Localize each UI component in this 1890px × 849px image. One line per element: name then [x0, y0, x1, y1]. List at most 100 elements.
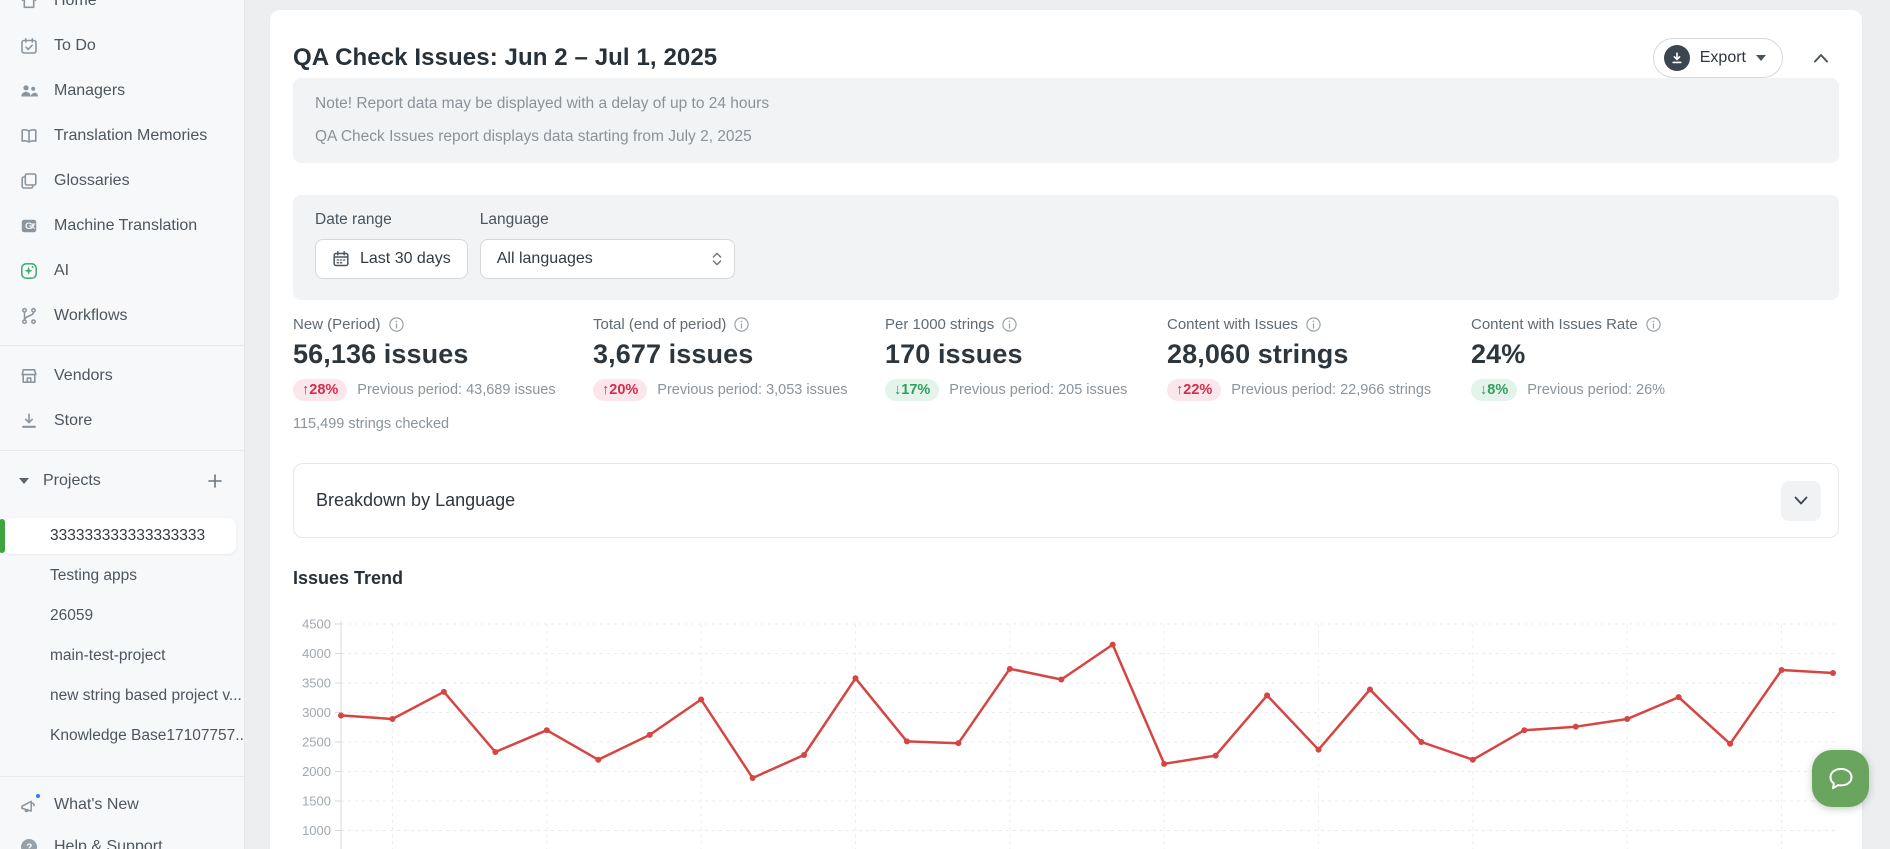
- selected-project-accent-bar: [0, 519, 5, 553]
- sidebar-item-todo[interactable]: To Do: [0, 23, 244, 68]
- svg-text:G: G: [25, 221, 32, 232]
- stat-new-period: New (Period) 56,136 issues ↑28% Previous…: [293, 316, 593, 432]
- svg-text:?: ?: [26, 843, 32, 849]
- stat-value: 56,136 issues: [293, 339, 593, 370]
- stat-value: 24%: [1471, 339, 1665, 370]
- header-actions: Export: [1653, 38, 1839, 78]
- project-item[interactable]: 26059: [0, 596, 244, 636]
- info-icon[interactable]: [389, 317, 404, 332]
- info-icon[interactable]: [734, 317, 749, 332]
- sidebar-item-label: Translation Memories: [54, 127, 207, 145]
- sidebar-item-machine-translation[interactable]: G Machine Translation: [0, 203, 244, 248]
- sidebar-item-store[interactable]: Store: [0, 398, 244, 443]
- sidebar-item-glossaries[interactable]: Glossaries: [0, 158, 244, 203]
- stat-previous-period: Previous period: 22,966 strings: [1231, 382, 1431, 398]
- sidebar-divider: [0, 345, 244, 346]
- projects-collapse-caret-icon[interactable]: [14, 478, 34, 484]
- projects-section-header: Projects: [0, 458, 244, 503]
- stat-label: Per 1000 strings: [885, 316, 994, 333]
- language-filter: Language All languages: [480, 211, 735, 279]
- svg-text:3000: 3000: [302, 705, 331, 720]
- add-project-button[interactable]: [202, 468, 228, 494]
- sidebar-item-help-support[interactable]: ? Help & Support: [0, 826, 244, 849]
- info-icon[interactable]: [1646, 317, 1661, 332]
- stat-previous-period: Previous period: 205 issues: [949, 382, 1127, 398]
- sidebar-item-label: Machine Translation: [54, 217, 197, 235]
- project-item[interactable]: new string based project v...: [0, 676, 244, 716]
- stat-value: 3,677 issues: [593, 339, 885, 370]
- stat-content-with-issues-rate: Content with Issues Rate 24% ↓8% Previou…: [1471, 316, 1665, 432]
- expand-breakdown-button[interactable]: [1781, 481, 1821, 521]
- stat-label: New (Period): [293, 316, 381, 333]
- language-select[interactable]: All languages: [480, 239, 735, 279]
- sidebar: Home To Do Managers Translation Memories: [0, 0, 245, 849]
- sidebar-item-ai[interactable]: AI: [0, 248, 244, 293]
- stat-content-with-issues: Content with Issues 28,060 strings ↑22% …: [1167, 316, 1471, 432]
- machine-translation-icon: G: [19, 216, 39, 236]
- info-icon[interactable]: [1306, 317, 1321, 332]
- managers-icon: [19, 81, 39, 101]
- language-label: Language: [480, 211, 735, 229]
- stat-label: Content with Issues: [1167, 316, 1298, 333]
- sidebar-item-label: Managers: [54, 82, 125, 100]
- todo-icon: [19, 36, 39, 56]
- project-item-label: new string based project v...: [50, 687, 242, 705]
- workflows-icon: [19, 306, 39, 326]
- stat-per-1000-strings: Per 1000 strings 170 issues ↓17% Previou…: [885, 316, 1167, 432]
- export-button[interactable]: Export: [1653, 38, 1783, 78]
- select-sort-icon: [712, 252, 722, 266]
- store-icon: [19, 411, 39, 431]
- chat-widget-button[interactable]: [1812, 750, 1869, 807]
- project-item-label: main-test-project: [50, 647, 165, 665]
- sidebar-item-label: To Do: [54, 37, 96, 55]
- sidebar-item-label: Help & Support: [54, 838, 163, 849]
- sidebar-item-workflows[interactable]: Workflows: [0, 293, 244, 338]
- svg-text:4500: 4500: [302, 617, 331, 632]
- report-note: Note! Report data may be displayed with …: [293, 78, 1839, 163]
- project-item[interactable]: main-test-project: [0, 636, 244, 676]
- sidebar-item-managers[interactable]: Managers: [0, 68, 244, 113]
- project-item[interactable]: Testing apps: [0, 556, 244, 596]
- info-icon[interactable]: [1002, 317, 1017, 332]
- sidebar-item-label: Glossaries: [54, 172, 130, 190]
- note-line-2: QA Check Issues report displays data sta…: [315, 128, 1817, 146]
- stat-value: 170 issues: [885, 339, 1167, 370]
- stat-total-end-of-period: Total (end of period) 3,677 issues ↑20% …: [593, 316, 885, 432]
- svg-text:1500: 1500: [302, 794, 331, 809]
- project-item[interactable]: 333333333333333333: [0, 516, 244, 556]
- project-item-label: Knowledge Base17107757...: [50, 727, 244, 745]
- export-caret-down-icon: [1756, 55, 1766, 61]
- stat-label: Content with Issues Rate: [1471, 316, 1638, 333]
- breakdown-panel-title: Breakdown by Language: [316, 490, 515, 511]
- date-range-button[interactable]: Last 30 days: [315, 239, 468, 279]
- export-button-label: Export: [1700, 49, 1746, 67]
- line-chart-canvas: 45004000350030002500200015001000500: [293, 614, 1839, 849]
- sidebar-divider: [0, 776, 244, 777]
- language-select-value: All languages: [497, 250, 712, 268]
- filters-bar: Date range Last 30 days Language All lan…: [293, 195, 1839, 300]
- svg-text:1000: 1000: [302, 823, 331, 838]
- stat-change-badge: ↑20%: [593, 379, 647, 401]
- sidebar-item-translation-memories[interactable]: Translation Memories: [0, 113, 244, 158]
- project-item-label: 333333333333333333: [50, 527, 205, 545]
- chevron-down-icon: [1794, 496, 1808, 505]
- sidebar-item-home[interactable]: Home: [0, 0, 244, 23]
- projects-section-label: Projects: [43, 472, 202, 490]
- sidebar-item-vendors[interactable]: Vendors: [0, 353, 244, 398]
- report-header: QA Check Issues: Jun 2 – Jul 1, 2025 Exp…: [293, 10, 1839, 78]
- collapse-panel-button[interactable]: [1803, 40, 1839, 76]
- glossaries-icon: [19, 171, 39, 191]
- breakdown-by-language-panel[interactable]: Breakdown by Language: [293, 463, 1839, 538]
- project-item[interactable]: Knowledge Base17107757...: [0, 716, 244, 756]
- issues-trend-title: Issues Trend: [293, 568, 1839, 589]
- stats-row: New (Period) 56,136 issues ↑28% Previous…: [293, 316, 1839, 432]
- sidebar-item-label: Home: [54, 0, 97, 10]
- export-download-icon: [1664, 45, 1690, 71]
- project-item-label: 26059: [50, 607, 93, 625]
- report-card: QA Check Issues: Jun 2 – Jul 1, 2025 Exp…: [270, 10, 1862, 849]
- sidebar-item-label: Workflows: [54, 307, 128, 325]
- stat-previous-period: Previous period: 26%: [1527, 382, 1665, 398]
- notification-dot: [34, 792, 42, 800]
- sidebar-item-whats-new[interactable]: What's New: [0, 784, 244, 826]
- sidebar-footer: What's New ? Help & Support: [0, 784, 244, 849]
